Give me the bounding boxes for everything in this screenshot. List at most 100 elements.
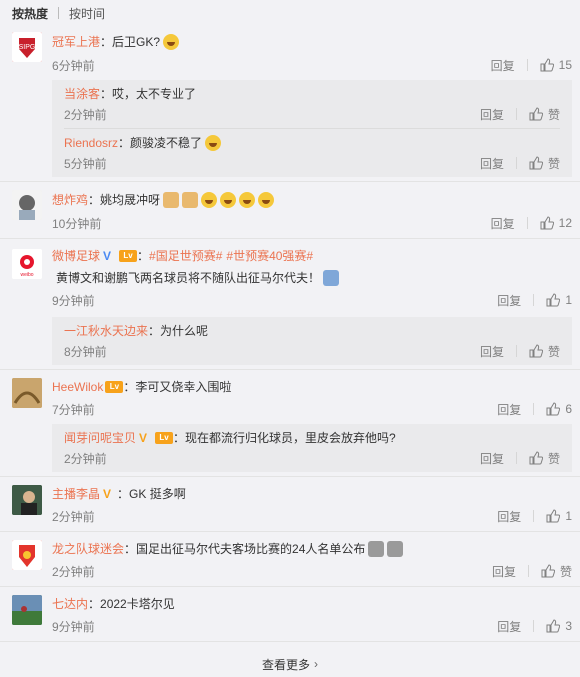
- comment-time: 2分钟前: [52, 564, 95, 579]
- reply-button[interactable]: 回复: [480, 155, 504, 172]
- emoji-icon: [387, 541, 404, 557]
- reply-button[interactable]: 回复: [492, 563, 516, 580]
- thumbs-up-icon: [541, 564, 555, 578]
- reply-author[interactable]: 闻芽问呢宝贝: [64, 428, 136, 448]
- avatar[interactable]: [12, 190, 42, 220]
- reply-button[interactable]: 回复: [491, 215, 515, 232]
- comment-author[interactable]: 主播李晶: [52, 484, 100, 504]
- thumbs-up-icon: [529, 156, 543, 170]
- comment-list: SIPG 冠军上港： 后卫GK? 6分钟前 回复 15 当涂客：哎，太不专业了 …: [0, 26, 580, 642]
- reply-button[interactable]: 回复: [480, 450, 504, 467]
- reply-button[interactable]: 回复: [480, 106, 504, 123]
- member-level-icon: Lv: [119, 250, 138, 262]
- reply-button[interactable]: 回复: [497, 508, 521, 525]
- laugh-emoji-icon: [201, 192, 218, 208]
- comment-author[interactable]: 七达内: [52, 594, 88, 614]
- like-button[interactable]: 1: [546, 509, 572, 523]
- reply-text: 现在都流行归化球员，里皮会放弃他吗?: [185, 431, 396, 445]
- reply-item: 闻芽问呢宝贝 V Lv：现在都流行归化球员，里皮会放弃他吗? 2分钟前 回复赞: [64, 424, 560, 472]
- comment-author[interactable]: 龙之队球迷会: [52, 539, 124, 559]
- people-emoji-icon: [323, 270, 340, 286]
- reply-time: 5分钟前: [64, 156, 107, 171]
- like-label: 赞: [547, 107, 560, 122]
- comment-item: SIPG 冠军上港： 后卫GK? 6分钟前 回复 15 当涂客：哎，太不专业了 …: [0, 26, 580, 182]
- comment-item: 想炸鸡：姚均晟冲呀 10分钟前 回复 12: [0, 182, 580, 239]
- laugh-emoji-icon: [205, 135, 222, 151]
- verified-v-icon: V: [139, 431, 148, 445]
- like-count: 15: [558, 58, 572, 72]
- comment-author[interactable]: HeeWilok: [52, 377, 103, 397]
- like-label: 赞: [547, 451, 560, 466]
- like-label: 赞: [547, 156, 560, 171]
- avatar[interactable]: [12, 595, 42, 625]
- sort-divider: [58, 7, 60, 19]
- like-button[interactable]: 12: [540, 216, 572, 230]
- like-button[interactable]: 赞: [529, 155, 560, 172]
- comment-time: 9分钟前: [52, 293, 95, 308]
- topic-tag[interactable]: #国足世预赛#: [149, 245, 222, 267]
- reply-thread: 一江秋水天边来：为什么呢 8分钟前 回复赞: [52, 317, 572, 365]
- like-button[interactable]: 15: [540, 58, 572, 72]
- like-button[interactable]: 3: [546, 619, 572, 633]
- thumbs-up-icon: [540, 216, 554, 230]
- like-count: 1: [565, 509, 572, 523]
- comment-text: 国足出征马尔代夫客场比赛的24人名单公布: [136, 542, 366, 556]
- reply-time: 2分钟前: [64, 451, 107, 466]
- comment-time: 6分钟前: [52, 58, 95, 73]
- thumbs-up-icon: [529, 107, 543, 121]
- reply-button[interactable]: 回复: [491, 57, 515, 74]
- avatar[interactable]: weibo: [12, 249, 42, 279]
- reply-button[interactable]: 回复: [497, 618, 521, 635]
- reply-time: 2分钟前: [64, 107, 107, 122]
- laugh-emoji-icon: [220, 192, 237, 208]
- like-button[interactable]: 1: [546, 293, 572, 307]
- member-level-icon: Lv: [105, 381, 124, 393]
- comment-text: GK 挺多啊: [129, 487, 186, 501]
- like-button[interactable]: 赞: [541, 563, 572, 580]
- reply-item: 一江秋水天边来：为什么呢 8分钟前 回复赞: [64, 317, 560, 365]
- comment-author[interactable]: 微博足球: [52, 245, 100, 267]
- reply-author[interactable]: 当涂客: [64, 84, 100, 104]
- laugh-emoji-icon: [239, 192, 256, 208]
- reply-author[interactable]: Riendosrz: [64, 133, 118, 153]
- like-label: 赞: [559, 564, 572, 579]
- reply-button[interactable]: 回复: [480, 343, 504, 360]
- avatar[interactable]: [12, 540, 42, 570]
- laugh-emoji-icon: [258, 192, 275, 208]
- reply-item: Riendosrz：颜骏凌不稳了 5分钟前 回复赞: [64, 129, 560, 177]
- reply-item: 当涂客：哎，太不专业了 2分钟前 回复赞: [64, 80, 560, 129]
- comment-author[interactable]: 想炸鸡: [52, 190, 88, 210]
- reply-text: 为什么呢: [160, 324, 209, 338]
- like-label: 赞: [547, 344, 560, 359]
- avatar[interactable]: [12, 378, 42, 408]
- avatar[interactable]: SIPG: [12, 32, 42, 62]
- verified-v-icon: V: [103, 249, 112, 263]
- comment-time: 10分钟前: [52, 216, 102, 231]
- comment-text: 姚均晟冲呀: [100, 193, 161, 207]
- member-level-icon: Lv: [155, 432, 174, 444]
- like-button[interactable]: 赞: [529, 450, 560, 467]
- comment-item: weibo 微博足球 V Lv： #国足世预赛# #世预赛40强赛# 黄博文和谢…: [0, 239, 580, 370]
- like-button[interactable]: 6: [546, 402, 572, 416]
- like-button[interactable]: 赞: [529, 343, 560, 360]
- sort-by-time-tab[interactable]: 按时间: [69, 5, 105, 22]
- like-button[interactable]: 赞: [529, 106, 560, 123]
- reply-author[interactable]: 一江秋水天边来: [64, 321, 148, 341]
- thumbs-up-icon: [529, 344, 543, 358]
- comment-text: 李可又侥幸入围啦: [135, 380, 232, 394]
- comment-text: 黄博文和谢鹏飞两名球员将不随队出征马尔代夫！: [56, 271, 321, 285]
- emoji-icon: [368, 541, 385, 557]
- laugh-emoji-icon: [163, 34, 180, 50]
- reply-text: 哎，太不专业了: [112, 87, 197, 101]
- topic-tag[interactable]: #世预赛40强赛#: [226, 245, 313, 267]
- reply-button[interactable]: 回复: [497, 401, 521, 418]
- avatar[interactable]: [12, 485, 42, 515]
- comment-author[interactable]: 冠军上港: [52, 32, 100, 52]
- see-more-link[interactable]: 查看更多 ›: [0, 651, 580, 677]
- comment-item: HeeWilok Lv：李可又侥幸入围啦 7分钟前 回复 6 闻芽问呢宝贝 V Lv：现…: [0, 370, 580, 477]
- svg-text:SIPG: SIPG: [19, 44, 36, 51]
- sort-by-hot-tab[interactable]: 按热度: [12, 5, 48, 22]
- thumbs-up-icon: [529, 451, 543, 465]
- reply-button[interactable]: 回复: [497, 292, 521, 309]
- svg-text:weibo: weibo: [20, 272, 33, 278]
